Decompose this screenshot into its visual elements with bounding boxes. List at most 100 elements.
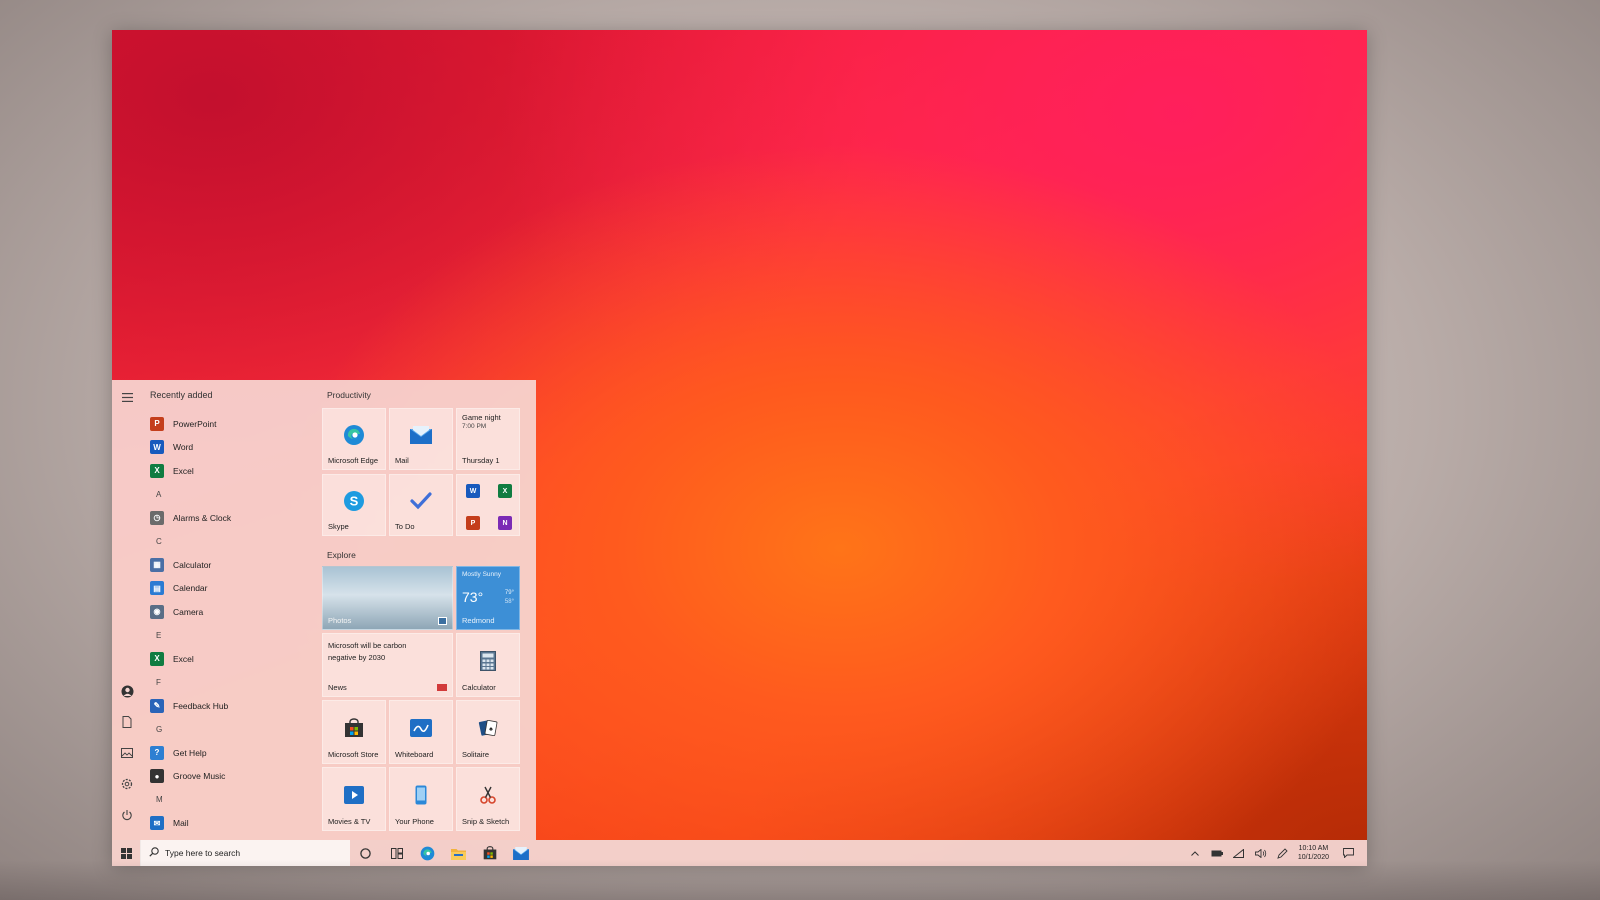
calculator-icon: ▦ xyxy=(150,557,164,572)
app-list-item-label: Mail xyxy=(173,818,189,829)
clock-time: 10:10 AM xyxy=(1298,845,1329,852)
tile-microsoft-edge[interactable]: Microsoft Edge xyxy=(322,408,386,470)
skype-icon: S xyxy=(343,490,365,512)
tile-label: Thursday 1 xyxy=(462,456,500,465)
app-list-letter-header[interactable]: F xyxy=(142,671,317,695)
tile-calendar[interactable]: Game night 7:00 PM Thursday 1 xyxy=(456,408,520,470)
tile-to-do[interactable]: To Do xyxy=(389,474,453,536)
excel-icon: X xyxy=(150,651,164,666)
tile-label: To Do xyxy=(395,522,415,531)
tile-label: Snip & Sketch xyxy=(462,817,510,826)
onenote-icon[interactable]: N xyxy=(498,516,512,530)
tile-label: Calculator xyxy=(462,683,496,692)
tile-label: News xyxy=(328,683,347,692)
documents-icon[interactable] xyxy=(118,713,136,731)
tile-label: Microsoft Store xyxy=(328,750,379,759)
tile-photos[interactable]: Photos xyxy=(322,566,453,630)
excel-icon[interactable]: X xyxy=(498,484,512,498)
phone-icon xyxy=(410,784,432,806)
app-list-item[interactable]: ? Get Help xyxy=(142,741,317,765)
tile-snip-sketch[interactable]: Snip & Sketch xyxy=(456,767,520,831)
tile-weather[interactable]: Mostly Sunny 73° 79° 58° Redmond xyxy=(456,566,520,630)
app-list-item[interactable]: ◷ Alarms & Clock xyxy=(142,506,317,530)
settings-gear-icon[interactable] xyxy=(118,775,136,793)
app-list-item[interactable]: P PowerPoint xyxy=(142,412,317,436)
bottom-shadow xyxy=(0,860,1600,900)
app-list-letter-header[interactable]: A xyxy=(142,483,317,507)
app-list-item-label: PowerPoint xyxy=(173,418,217,429)
task-view-icon xyxy=(390,847,403,859)
news-headline: Microsoft will be carbon negative by 203… xyxy=(328,641,407,662)
calendar-event-time: 7:00 PM xyxy=(462,423,487,430)
mail-icon xyxy=(410,424,432,446)
desktop-screen: Recently added P PowerPoint W Word X Excel A ◷ A… xyxy=(112,30,1367,866)
tile-label: Mail xyxy=(395,456,409,465)
start-menu: Recently added P PowerPoint W Word X Excel A ◷ A… xyxy=(112,380,536,840)
tile-whiteboard[interactable]: Whiteboard xyxy=(389,700,453,764)
app-list-item-label: Word xyxy=(173,442,194,453)
tile-label: Skype xyxy=(328,522,349,531)
app-list-item[interactable]: ◉ Camera xyxy=(142,600,317,624)
photos-icon xyxy=(438,617,447,625)
tile-your-phone[interactable]: Your Phone xyxy=(389,767,453,831)
app-list-item-label: Alarms & Clock xyxy=(173,512,232,523)
app-list-item[interactable]: X Excel xyxy=(142,647,317,671)
weather-condition: Mostly Sunny xyxy=(462,571,502,578)
app-list-letter-header[interactable]: E xyxy=(142,624,317,648)
app-list-item[interactable]: ● Groove Music xyxy=(142,765,317,789)
word-icon[interactable]: W xyxy=(466,484,480,498)
app-list-letter-header[interactable]: C xyxy=(142,530,317,554)
powerpoint-icon[interactable]: P xyxy=(466,516,480,530)
store-bag-icon xyxy=(343,717,365,739)
calculator-icon xyxy=(477,650,499,672)
app-list-item-label: Calculator xyxy=(173,559,212,570)
app-list-letter-header[interactable]: G xyxy=(142,718,317,742)
store-bag-icon xyxy=(483,846,496,860)
tile-label: Your Phone xyxy=(395,817,434,826)
app-list-rows: P PowerPoint W Word X Excel A ◷ Alarms & Clock C ▦… xyxy=(142,412,317,835)
pictures-icon[interactable] xyxy=(118,744,136,762)
app-list-item-label: Excel xyxy=(173,465,194,476)
tile-mail[interactable]: Mail xyxy=(389,408,453,470)
tile-solitaire[interactable]: ♠ Solitaire xyxy=(456,700,520,764)
app-list-item[interactable]: ✎ Feedback Hub xyxy=(142,694,317,718)
user-avatar-icon[interactable] xyxy=(118,682,136,700)
tile-label: Movies & TV xyxy=(328,817,371,826)
app-list-item-label: Camera xyxy=(173,606,204,617)
hamburger-menu-icon[interactable] xyxy=(118,388,136,406)
search-icon xyxy=(149,846,159,860)
tile-calculator[interactable]: Calculator xyxy=(456,633,520,697)
mail-icon: ✉ xyxy=(150,816,164,831)
tile-skype[interactable]: S Skype xyxy=(322,474,386,536)
tile-office-folder[interactable]: W X P N xyxy=(456,474,520,536)
groove-music-icon: ● xyxy=(150,769,164,784)
app-list-letter-header[interactable]: M xyxy=(142,788,317,812)
app-list-item[interactable]: ▤ Calendar xyxy=(142,577,317,601)
app-list-item[interactable]: ✉ Mail xyxy=(142,812,317,836)
tile-label: Microsoft Edge xyxy=(328,456,379,465)
edge-icon xyxy=(343,424,365,446)
checkmark-icon xyxy=(410,490,432,512)
explore-group-header: Explore xyxy=(327,550,356,560)
word-icon: W xyxy=(150,440,164,455)
tile-label: Photos xyxy=(328,616,352,625)
app-list-item[interactable]: X Excel xyxy=(142,459,317,483)
mail-icon xyxy=(512,846,529,860)
svg-text:S: S xyxy=(350,494,359,509)
tile-news[interactable]: Microsoft will be carbon negative by 203… xyxy=(322,633,453,697)
news-icon xyxy=(437,684,447,691)
tile-label: Solitaire xyxy=(462,750,490,759)
tile-microsoft-store[interactable]: Microsoft Store xyxy=(322,700,386,764)
powerpoint-icon: P xyxy=(150,416,164,431)
windows-logo-icon xyxy=(120,847,132,859)
tile-movies-tv[interactable]: Movies & TV xyxy=(322,767,386,831)
app-list: Recently added P PowerPoint W Word X Excel A ◷ A… xyxy=(142,380,317,840)
app-list-item-label: Get Help xyxy=(173,747,207,758)
app-list-item[interactable]: W Word xyxy=(142,436,317,460)
calendar-icon: ▤ xyxy=(150,581,164,596)
app-list-item[interactable]: ▦ Calculator xyxy=(142,553,317,577)
tile-label: Redmond xyxy=(462,616,495,625)
tile-area: Productivity Microsoft Edge Mail Game ni… xyxy=(317,380,536,840)
cortana-circle-icon xyxy=(360,847,371,859)
power-icon[interactable] xyxy=(118,806,136,824)
